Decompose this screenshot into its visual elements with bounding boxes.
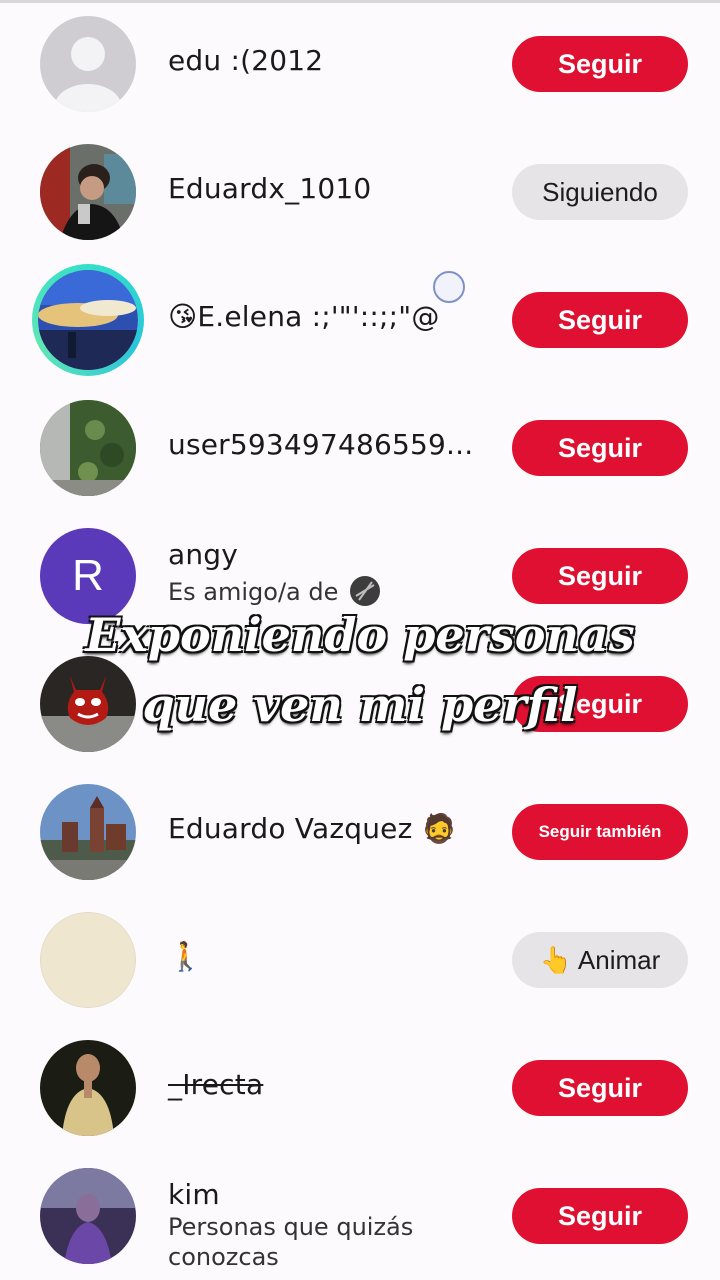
username[interactable]: Eduardo Vazquez 🧔 (168, 812, 457, 845)
profile-photo (40, 400, 136, 496)
touch-indicator (433, 271, 465, 303)
default-avatar-icon (40, 16, 136, 112)
list-item[interactable]: edu :(2012 Seguir (0, 0, 720, 128)
profile-photo (40, 1168, 136, 1264)
list-item[interactable]: _Irecta Seguir (0, 1024, 720, 1152)
suggestion-line-1: Personas que quizás (168, 1213, 414, 1241)
follow-button[interactable]: Seguir (512, 36, 688, 92)
following-button[interactable]: Siguiendo (512, 164, 688, 220)
username[interactable]: Eduardx_1010 (168, 172, 371, 205)
suggestion-line-2: conozcas (168, 1243, 279, 1271)
follow-button[interactable]: Seguir (512, 1188, 688, 1244)
username[interactable]: edu :(2012 (168, 44, 323, 77)
profile-photo (40, 144, 136, 240)
video-caption-overlay: Exponiendo personas que ven mi perfil (0, 600, 720, 740)
cheer-button[interactable]: 👆 Animar (512, 932, 688, 988)
caption-line-2: que ven mi perfil (142, 678, 578, 732)
follow-button[interactable]: Seguir (512, 420, 688, 476)
avatar-story-ring[interactable] (32, 264, 144, 376)
avatar[interactable] (40, 1168, 136, 1264)
list-item[interactable]: kim Personas que quizás conozcas Seguir (0, 1152, 720, 1280)
caption-line-1: Exponiendo personas (85, 608, 635, 662)
avatar[interactable] (40, 784, 136, 880)
list-item[interactable]: user593497486559... Seguir (0, 384, 720, 512)
avatar[interactable] (40, 144, 136, 240)
list-item[interactable]: Eduardx_1010 Siguiendo (0, 128, 720, 256)
username[interactable]: 😘E.elena :;'"'::;;"@ (168, 300, 440, 333)
username[interactable]: _Irecta (168, 1068, 263, 1101)
avatar[interactable] (40, 400, 136, 496)
follow-button[interactable]: Seguir (512, 1060, 688, 1116)
list-item[interactable]: 🚶 👆 Animar (0, 896, 720, 1024)
username[interactable]: kim (168, 1178, 220, 1211)
avatar[interactable] (40, 16, 136, 112)
list-item[interactable]: Eduardo Vazquez 🧔 Seguir también (0, 768, 720, 896)
username[interactable]: user593497486559... (168, 428, 473, 461)
profile-photo (40, 784, 136, 880)
profile-photo (38, 270, 138, 370)
username[interactable]: 🚶 (168, 940, 203, 973)
list-item[interactable]: 😘E.elena :;'"'::;;"@ Seguir (0, 256, 720, 384)
avatar[interactable] (40, 1040, 136, 1136)
username[interactable]: angy (168, 538, 238, 571)
follow-button[interactable]: Seguir (512, 292, 688, 348)
follow-button[interactable]: Seguir (512, 548, 688, 604)
avatar[interactable] (40, 912, 136, 1008)
profile-photo (40, 1040, 136, 1136)
suggestion-text: Personas que quizás conozcas (168, 1212, 413, 1272)
follow-back-button[interactable]: Seguir también (512, 804, 688, 860)
